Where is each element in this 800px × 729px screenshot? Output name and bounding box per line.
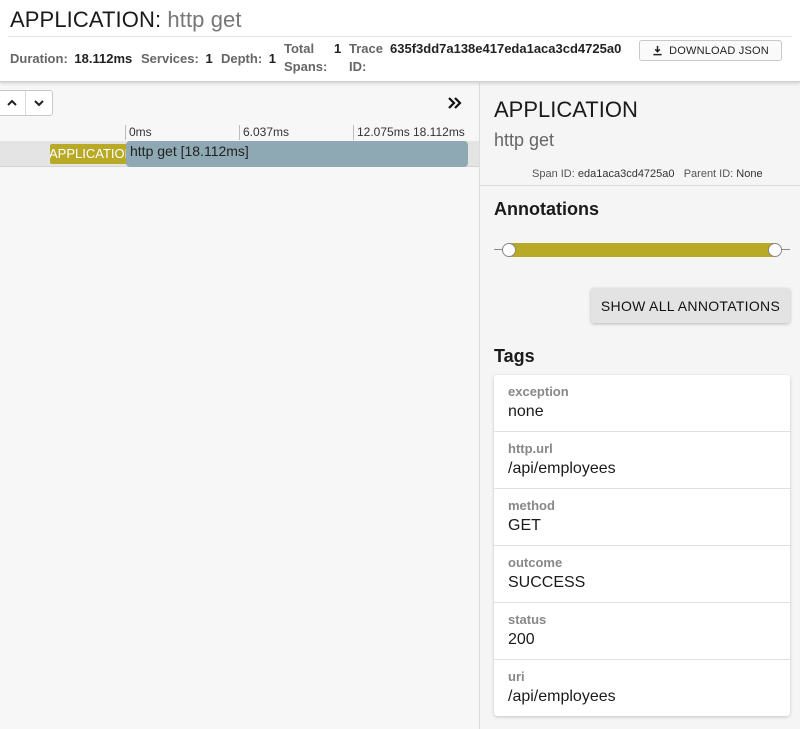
download-json-button[interactable]: DOWNLOAD JSON: [639, 40, 782, 61]
tag-value: /api/employees: [508, 688, 616, 705]
depth-stat: Depth: 1: [221, 50, 276, 68]
double-chevron-right-icon: [448, 97, 462, 109]
tags-heading: Tags: [494, 346, 535, 366]
duration-value: 18.112ms: [74, 51, 133, 66]
total-spans-value-wrap: 1: [334, 40, 341, 58]
trace-id-label-line2: ID:: [349, 59, 367, 74]
span-nav-buttons: [0, 90, 53, 116]
depth-value: 1: [268, 51, 277, 66]
trace-id-stat: Trace ID:: [349, 40, 383, 76]
page-title: APPLICATION: http get: [10, 7, 242, 33]
download-icon: [653, 45, 662, 56]
annotation-end-marker[interactable]: [768, 243, 782, 257]
title-span-name: http get: [167, 7, 242, 32]
span-duration-bar[interactable]: http get [18.112ms]: [126, 141, 468, 167]
span-ids: Span ID: eda1aca3cd4725a0 Parent ID: Non…: [532, 168, 763, 180]
chevron-up-icon: [7, 99, 17, 106]
timeline-tick: 12.075ms: [353, 125, 410, 140]
tag-value: /api/employees: [508, 460, 616, 477]
annotations-heading: Annotations: [494, 199, 599, 219]
detail-service-name: APPLICATION: [494, 97, 638, 122]
timeline-tick: 0ms: [125, 125, 152, 140]
duration-label: Duration:: [10, 51, 68, 66]
tag-row: status 200: [494, 603, 790, 660]
tag-value: none: [508, 403, 544, 420]
tag-row: method GET: [494, 489, 790, 546]
trace-header: APPLICATION: http get Duration: 18.112ms…: [0, 0, 800, 82]
timeline-tick: 18.112ms: [413, 125, 465, 139]
total-spans-label-line1: Total: [284, 41, 315, 56]
span-row[interactable]: APPLICATION http get [18.112ms]: [0, 141, 479, 167]
services-label: Services:: [141, 51, 199, 66]
tag-key: uri: [508, 669, 525, 684]
trace-id-value-wrap: 635f3dd7a138e417eda1aca3cd4725a0: [390, 40, 621, 58]
annotation-bar: [508, 243, 775, 257]
duration-stat: Duration: 18.112ms: [10, 50, 132, 68]
parent-id-label: Parent ID:: [683, 168, 734, 180]
tag-row: exception none: [494, 375, 790, 432]
span-id-value: eda1aca3cd4725a0: [577, 168, 675, 180]
timeline-pane: 0ms 6.037ms 12.075ms 18.112ms APPLICATIO…: [0, 83, 479, 729]
show-all-annotations-button[interactable]: SHOW ALL ANNOTATIONS: [591, 288, 790, 323]
span-id-label: Span ID:: [532, 168, 575, 180]
annotation-start-marker[interactable]: [502, 243, 516, 257]
services-value: 1: [205, 51, 213, 66]
tag-row: uri /api/employees: [494, 660, 790, 717]
total-spans-stat: Total Spans:: [284, 40, 327, 76]
span-detail-header: APPLICATION http get Span ID: eda1aca3cd…: [480, 83, 800, 186]
trace-id-label-line1: Trace: [349, 41, 383, 56]
total-spans-value: 1: [334, 41, 342, 56]
tag-key: exception: [508, 384, 569, 399]
parent-id-value: None: [736, 168, 763, 180]
detail-span-name: http get: [494, 130, 555, 150]
tag-key: method: [508, 498, 555, 513]
tags-list: exception none http.url /api/employees m…: [494, 375, 790, 716]
tag-key: http.url: [508, 441, 553, 456]
title-service-name: APPLICATION: [10, 7, 155, 32]
tag-row: outcome SUCCESS: [494, 546, 790, 603]
tag-value: SUCCESS: [508, 574, 586, 591]
span-service-label: APPLICATION: [50, 144, 128, 164]
tag-key: outcome: [508, 555, 563, 570]
trace-id-value: 635f3dd7a138e417eda1aca3cd4725a0: [390, 41, 622, 56]
tag-key: status: [508, 612, 547, 627]
depth-label: Depth:: [221, 51, 263, 66]
download-json-label: DOWNLOAD JSON: [669, 44, 769, 57]
tag-value: GET: [508, 517, 541, 534]
collapse-detail-button[interactable]: [445, 93, 465, 113]
next-span-button[interactable]: [25, 91, 52, 115]
total-spans-label-line2: Spans:: [284, 59, 328, 74]
header-divider: [8, 36, 792, 37]
tag-row: http.url /api/employees: [494, 432, 790, 489]
title-separator: :: [154, 7, 162, 32]
chevron-down-icon: [34, 100, 44, 107]
services-stat: Services: 1: [141, 50, 213, 68]
tag-value: 200: [508, 631, 535, 648]
timeline-tick: 6.037ms: [239, 125, 289, 140]
previous-span-button[interactable]: [0, 91, 25, 115]
